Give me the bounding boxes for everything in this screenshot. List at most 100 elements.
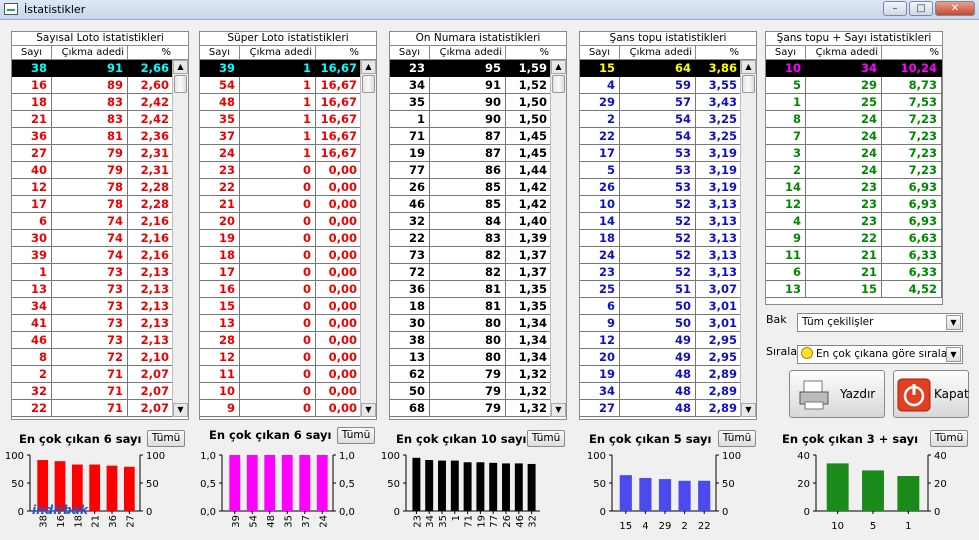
table-row[interactable]: 6 74 2,16: [12, 213, 188, 230]
scroll-down-icon[interactable]: ▼: [173, 403, 188, 417]
table-row[interactable]: 24 52 3,13: [580, 247, 756, 264]
vertical-scrollbar[interactable]: ▲ ▼: [172, 60, 188, 417]
table-row[interactable]: 40 79 2,31: [12, 162, 188, 179]
table-row[interactable]: 4 23 6,93: [766, 213, 942, 230]
table-row[interactable]: 11 0 0,00: [200, 366, 376, 383]
scroll-up-icon[interactable]: ▲: [551, 60, 566, 74]
close-button[interactable]: ✕: [935, 1, 975, 16]
table-row[interactable]: 13 15 4,52: [766, 281, 942, 298]
table-row[interactable]: 71 87 1,45: [390, 128, 566, 145]
table-row[interactable]: 36 81 1,35: [390, 281, 566, 298]
table-row[interactable]: 12 23 6,93: [766, 196, 942, 213]
table-row[interactable]: 17 53 3,19: [580, 145, 756, 162]
table-row[interactable]: 2 24 7,23: [766, 162, 942, 179]
table-row[interactable]: 22 71 2,07: [12, 400, 188, 417]
show-all-button[interactable]: Tümü: [930, 430, 968, 447]
table-row[interactable]: 18 52 3,13: [580, 230, 756, 247]
table-row[interactable]: 12 49 2,95: [580, 332, 756, 349]
table-row[interactable]: 17 0 0,00: [200, 264, 376, 281]
table-row[interactable]: 48 1 16,67: [200, 94, 376, 111]
table-row[interactable]: 2 71 2,07: [12, 366, 188, 383]
scroll-down-icon[interactable]: ▼: [741, 403, 756, 417]
table-row[interactable]: 27 79 2,31: [12, 145, 188, 162]
column-header[interactable]: %: [128, 46, 174, 59]
table-row[interactable]: 72 82 1,37: [390, 264, 566, 281]
table-row[interactable]: 22 83 1,39: [390, 230, 566, 247]
column-header[interactable]: Sayı: [390, 46, 430, 59]
vertical-scrollbar[interactable]: ▲ ▼: [740, 60, 756, 417]
column-header[interactable]: Sayı: [580, 46, 620, 59]
table-row[interactable]: 54 1 16,67: [200, 77, 376, 94]
table-row[interactable]: 9 0 0,00: [200, 400, 376, 417]
table-row[interactable]: 26 53 3,19: [580, 179, 756, 196]
table-row[interactable]: 1 90 1,50: [390, 111, 566, 128]
table-row[interactable]: 8 24 7,23: [766, 111, 942, 128]
table-row[interactable]: 46 73 2,13: [12, 332, 188, 349]
table-row[interactable]: 19 48 2,89: [580, 366, 756, 383]
table-row[interactable]: 23 52 3,13: [580, 264, 756, 281]
scroll-up-icon[interactable]: ▲: [741, 60, 756, 74]
vertical-scrollbar[interactable]: ▲ ▼: [360, 60, 376, 417]
table-row[interactable]: 17 78 2,28: [12, 196, 188, 213]
table-row[interactable]: 39 74 2,16: [12, 247, 188, 264]
minimize-button[interactable]: –: [883, 1, 907, 16]
table-row[interactable]: 73 82 1,37: [390, 247, 566, 264]
column-header[interactable]: Sayı: [12, 46, 52, 59]
table-row[interactable]: 9 22 6,63: [766, 230, 942, 247]
table-row[interactable]: 11 21 6,33: [766, 247, 942, 264]
close-app-button[interactable]: Kapat: [893, 370, 969, 418]
table-row[interactable]: 20 0 0,00: [200, 213, 376, 230]
scroll-up-icon[interactable]: ▲: [173, 60, 188, 74]
column-header[interactable]: Sayı: [200, 46, 240, 59]
table-row[interactable]: 10 34 10,24: [766, 60, 942, 77]
table-row[interactable]: 6 21 6,33: [766, 264, 942, 281]
show-all-button[interactable]: Tümü: [147, 430, 185, 447]
table-row[interactable]: 9 50 3,01: [580, 315, 756, 332]
table-row[interactable]: 37 1 16,67: [200, 128, 376, 145]
scroll-down-icon[interactable]: ▼: [361, 403, 376, 417]
vertical-scrollbar[interactable]: ▲ ▼: [550, 60, 566, 417]
sirala-select[interactable]: En çok çıkana göre sırala ▼: [797, 345, 963, 364]
show-all-button[interactable]: Tümü: [337, 427, 375, 444]
table-row[interactable]: 32 71 2,07: [12, 383, 188, 400]
column-header[interactable]: Çıkma adedi: [620, 46, 696, 59]
scroll-thumb[interactable]: [174, 75, 187, 93]
table-row[interactable]: 12 78 2,28: [12, 179, 188, 196]
table-row[interactable]: 5 29 8,73: [766, 77, 942, 94]
table-row[interactable]: 18 0 0,00: [200, 247, 376, 264]
table-row[interactable]: 16 89 2,60: [12, 77, 188, 94]
table-row[interactable]: 25 51 3,07: [580, 281, 756, 298]
table-row[interactable]: 21 0 0,00: [200, 196, 376, 213]
table-row[interactable]: 4 59 3,55: [580, 77, 756, 94]
table-row[interactable]: 13 73 2,13: [12, 281, 188, 298]
table-row[interactable]: 19 0 0,00: [200, 230, 376, 247]
scroll-thumb[interactable]: [552, 75, 565, 93]
table-row[interactable]: 35 1 16,67: [200, 111, 376, 128]
table-row[interactable]: 34 73 2,13: [12, 298, 188, 315]
table-row[interactable]: 18 83 2,42: [12, 94, 188, 111]
table-row[interactable]: 12 0 0,00: [200, 349, 376, 366]
table-row[interactable]: 23 0 0,00: [200, 162, 376, 179]
table-row[interactable]: 5 53 3,19: [580, 162, 756, 179]
table-row[interactable]: 77 86 1,44: [390, 162, 566, 179]
table-row[interactable]: 15 0 0,00: [200, 298, 376, 315]
table-row[interactable]: 19 87 1,45: [390, 145, 566, 162]
table-row[interactable]: 13 80 1,34: [390, 349, 566, 366]
table-row[interactable]: 2 54 3,25: [580, 111, 756, 128]
column-header[interactable]: Çıkma adedi: [240, 46, 316, 59]
table-row[interactable]: 68 79 1,32: [390, 400, 566, 417]
table-row[interactable]: 29 57 3,43: [580, 94, 756, 111]
scroll-down-icon[interactable]: ▼: [551, 403, 566, 417]
table-row[interactable]: 38 80 1,34: [390, 332, 566, 349]
table-row[interactable]: 7 24 7,23: [766, 128, 942, 145]
table-row[interactable]: 18 81 1,35: [390, 298, 566, 315]
show-all-button[interactable]: Tümü: [718, 430, 756, 447]
column-header[interactable]: Çıkma adedi: [806, 46, 882, 59]
table-row[interactable]: 28 0 0,00: [200, 332, 376, 349]
table-row[interactable]: 27 48 2,89: [580, 400, 756, 417]
table-row[interactable]: 13 0 0,00: [200, 315, 376, 332]
table-row[interactable]: 23 95 1,59: [390, 60, 566, 77]
table-row[interactable]: 20 49 2,95: [580, 349, 756, 366]
table-row[interactable]: 32 84 1,40: [390, 213, 566, 230]
table-row[interactable]: 26 85 1,42: [390, 179, 566, 196]
